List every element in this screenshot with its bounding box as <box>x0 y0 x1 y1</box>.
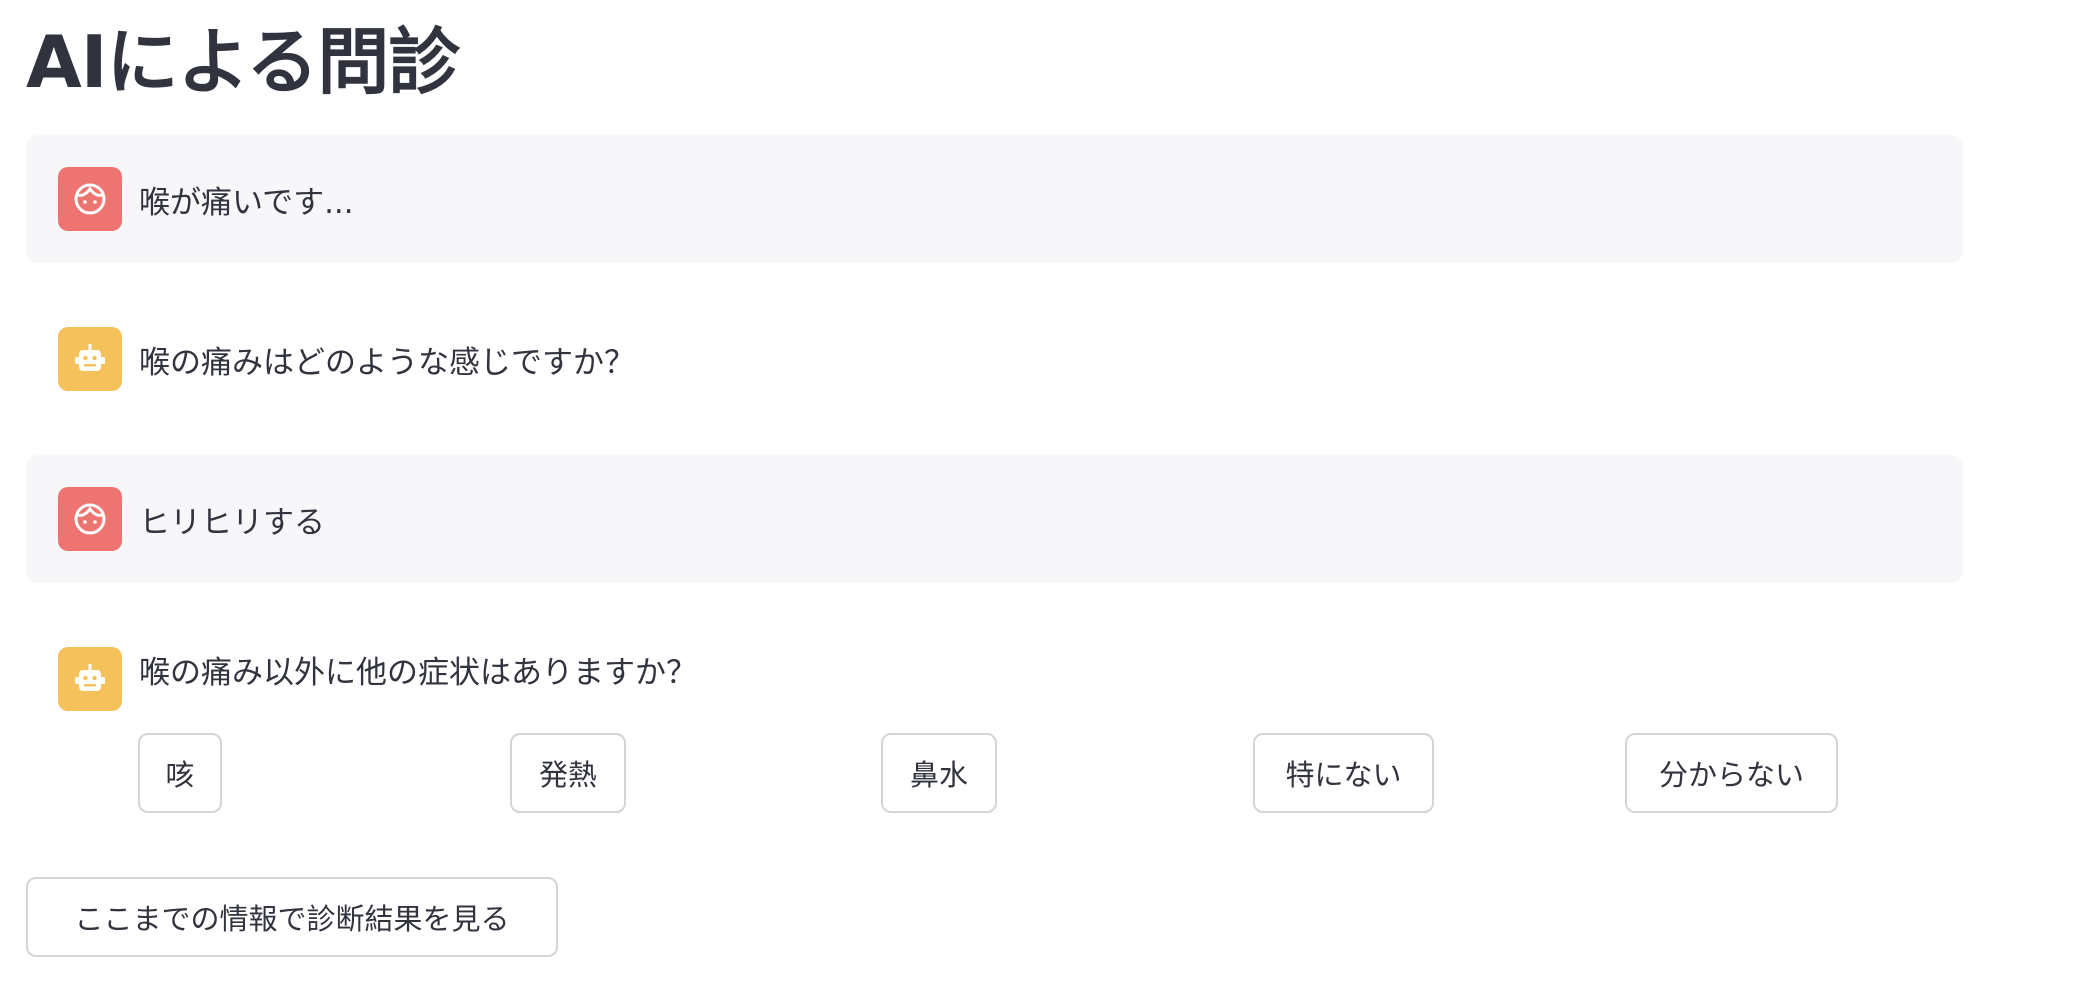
show-diagnosis-result-button[interactable]: ここまでの情報で診断結果を見る <box>26 877 558 957</box>
choice-button-fever[interactable]: 発熱 <box>510 733 626 813</box>
chat-message-user: ヒリヒリする <box>26 455 1963 583</box>
user-avatar <box>58 167 122 231</box>
message-text: ヒリヒリする <box>139 504 325 541</box>
assistant-avatar <box>58 327 122 391</box>
chat-message-user: 喉が痛いです... <box>26 135 1963 263</box>
choice-button-none[interactable]: 特にない <box>1253 733 1434 813</box>
chat-message-assistant: 喉の痛み以外に他の症状はありますか？ <box>26 615 1963 743</box>
assistant-avatar <box>58 647 122 711</box>
robot-icon <box>75 664 105 691</box>
user-avatar <box>58 487 122 551</box>
page-title: AIによる問診 <box>26 20 460 104</box>
choice-button-unknown[interactable]: 分からない <box>1625 733 1838 813</box>
message-text: 喉の痛みはどのような感じですか？ <box>139 344 635 381</box>
chat-message-assistant: 喉の痛みはどのような感じですか？ <box>26 295 1963 423</box>
message-text: 喉の痛み以外に他の症状はありますか？ <box>139 654 697 691</box>
choice-button-cough[interactable]: 咳 <box>138 733 222 813</box>
robot-icon <box>75 344 105 371</box>
user-face-icon <box>74 503 106 535</box>
choice-button-runny-nose[interactable]: 鼻水 <box>881 733 997 813</box>
message-text: 喉が痛いです... <box>139 184 354 221</box>
user-face-icon <box>74 183 106 215</box>
